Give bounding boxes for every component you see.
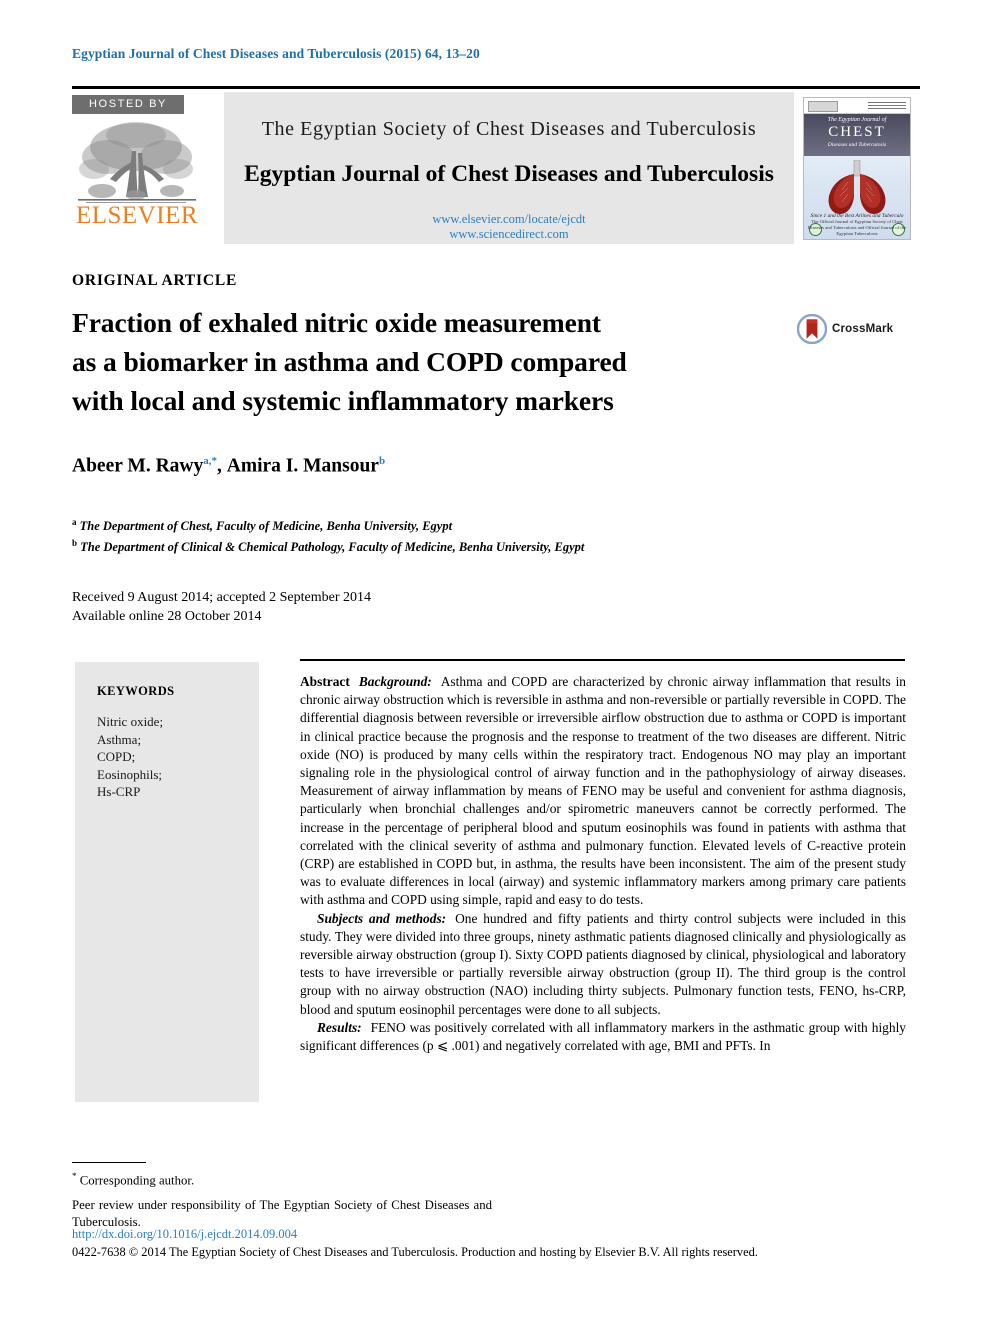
footnote-divider bbox=[72, 1162, 146, 1163]
publication-dates: Received 9 August 2014; accepted 2 Septe… bbox=[72, 588, 371, 626]
affiliation-item: b The Department of Clinical & Chemical … bbox=[72, 535, 584, 556]
crossmark-label: CrossMark bbox=[832, 323, 894, 335]
article-page: Egyptian Journal of Chest Diseases and T… bbox=[0, 0, 992, 1323]
abstract-background-label: Background: bbox=[358, 674, 432, 689]
author-marks-1: a,* bbox=[203, 455, 217, 467]
abstract-methods-label: Subjects and methods: bbox=[317, 910, 447, 926]
society-name: The Egyptian Society of Chest Diseases a… bbox=[261, 118, 757, 140]
available-online-line: Available online 28 October 2014 bbox=[72, 609, 262, 624]
keyword-item: Nitric oxide; bbox=[97, 714, 164, 729]
journal-cover-block: The Egyptian Journal of CHEST Diseases a… bbox=[794, 92, 920, 244]
abstract-results-paragraph: Results: FENO was positively correlated w… bbox=[300, 1019, 906, 1055]
banner-center-panel: The Egyptian Society of Chest Diseases a… bbox=[224, 92, 794, 244]
crossmark-icon bbox=[797, 314, 827, 344]
keywords-panel: KEYWORDS Nitric oxide; Asthma; COPD; Eos… bbox=[75, 662, 259, 1102]
abstract-methods-text: One hundred and fifty patients and thirt… bbox=[300, 910, 907, 1017]
abstract-divider bbox=[300, 659, 905, 661]
keyword-item: Asthma; bbox=[97, 731, 142, 747]
abstract-methods-paragraph: Subjects and methods: One hundred and fif… bbox=[300, 910, 906, 1019]
affiliation-mark-a: a bbox=[72, 517, 77, 527]
cover-title-band: The Egyptian Journal of CHEST Diseases a… bbox=[804, 113, 910, 156]
cover-masthead-strip bbox=[804, 97, 910, 114]
lungs-illustration-icon bbox=[828, 159, 886, 214]
author-name-1: Abeer M. Rawy bbox=[72, 455, 204, 477]
cover-footer-text: Since 1 and the Best Arlines and Tubercu… bbox=[804, 213, 910, 237]
abstract-background-paragraph: Abstract Background: Asthma and COPD are c… bbox=[300, 673, 906, 910]
cover-line-3: Diseases and Tuberculosis bbox=[827, 141, 887, 148]
abstract-results-label: Results: bbox=[317, 1019, 362, 1035]
corresponding-author-text: Corresponding author. bbox=[79, 1173, 195, 1188]
cover-footer-sub: The Official Journal of Egyptian Society… bbox=[807, 218, 907, 236]
affiliation-text-a: The Department of Chest, Faculty of Medi… bbox=[79, 519, 453, 534]
title-line-1: Fraction of exhaled nitric oxide measure… bbox=[72, 307, 601, 338]
copyright-line: 0422-7638 © 2014 The Egyptian Society of… bbox=[72, 1245, 758, 1259]
journal-cover-thumbnail: The Egyptian Journal of CHEST Diseases a… bbox=[803, 96, 911, 240]
page-title: Fraction of exhaled nitric oxide measure… bbox=[72, 303, 772, 420]
running-head: Egyptian Journal of Chest Diseases and T… bbox=[72, 46, 480, 61]
keywords-heading: KEYWORDS bbox=[97, 684, 175, 698]
received-accepted-line: Received 9 August 2014; accepted 2 Septe… bbox=[72, 590, 371, 605]
cover-line-2: CHEST bbox=[828, 123, 886, 140]
doi-link[interactable]: http://dx.doi.org/10.1016/j.ejcdt.2014.0… bbox=[72, 1227, 297, 1242]
title-line-3: with local and systemic inflammatory mar… bbox=[72, 385, 614, 416]
crossmark-badge[interactable]: CrossMark bbox=[797, 312, 917, 346]
affiliation-text-b: The Department of Clinical & Chemical Pa… bbox=[80, 539, 585, 554]
journal-banner: HOSTED BY ELSEVIER The Egyptian Society … bbox=[72, 86, 920, 244]
abstract-body: Abstract Background: Asthma and COPD are c… bbox=[300, 673, 906, 1055]
abstract-background-text: Asthma and COPD are characterized by chr… bbox=[300, 674, 906, 908]
elsevier-locate-link[interactable]: www.elsevier.com/locate/ejcdt bbox=[224, 212, 794, 227]
author-separator: , bbox=[217, 455, 227, 477]
abstract-results-text: FENO was positively correlated with all … bbox=[300, 1019, 906, 1054]
cover-line-1: The Egyptian Journal of bbox=[827, 116, 887, 123]
affiliation-item: a The Department of Chest, Faculty of Me… bbox=[72, 514, 584, 535]
abstract-label: Abstract bbox=[300, 674, 350, 689]
affiliation-list: a The Department of Chest, Faculty of Me… bbox=[72, 514, 584, 555]
article-type-label: ORIGINAL ARTICLE bbox=[72, 272, 238, 289]
keyword-item: Hs-CRP bbox=[97, 784, 141, 799]
sciencedirect-link[interactable]: www.sciencedirect.com bbox=[224, 227, 794, 242]
title-line-2: as a biomarker in asthma and COPD compar… bbox=[72, 346, 627, 377]
journal-name: Egyptian Journal of Chest Diseases and T… bbox=[244, 161, 774, 187]
elsevier-tree-icon: ELSEVIER bbox=[72, 117, 202, 229]
elsevier-wordmark: ELSEVIER bbox=[75, 202, 199, 229]
corresponding-author-note: * Corresponding author. bbox=[72, 1168, 492, 1189]
hosted-by-badge: HOSTED BY bbox=[72, 95, 184, 114]
keywords-list: Nitric oxide; Asthma; COPD; Eosinophils;… bbox=[97, 713, 259, 801]
corresponding-author-mark: * bbox=[72, 1171, 77, 1181]
keyword-item: COPD; bbox=[97, 749, 136, 764]
footnote-block: * Corresponding author. Peer review unde… bbox=[72, 1168, 492, 1231]
elsevier-logo-block: HOSTED BY ELSEVIER bbox=[72, 92, 224, 244]
journal-urls: www.elsevier.com/locate/ejcdt www.scienc… bbox=[224, 212, 794, 242]
cover-footer-em: Since 1 and the Best Arlines and Tubercu… bbox=[810, 212, 904, 219]
author-list: Abeer M. Rawya,*, Amira I. Mansourb bbox=[72, 455, 385, 478]
keyword-item: Eosinophils; bbox=[97, 766, 163, 782]
affiliation-mark-b: b bbox=[72, 537, 78, 548]
author-marks-2: b bbox=[378, 455, 386, 467]
author-name-2: Amira I. Mansour bbox=[226, 455, 379, 477]
